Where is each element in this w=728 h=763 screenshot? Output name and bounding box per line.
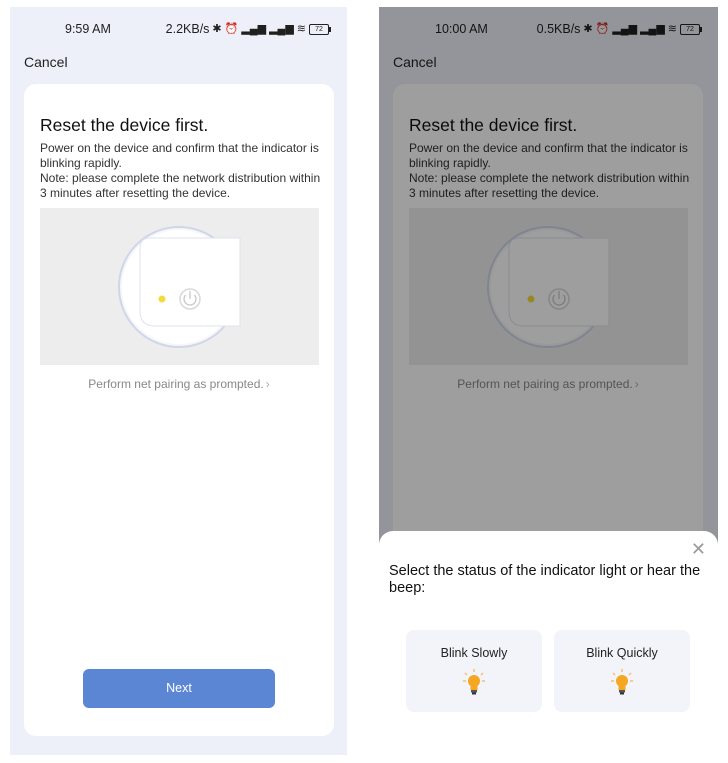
next-button[interactable]: Next [83,669,275,708]
status-time: 9:59 AM [65,22,111,36]
sheet-question: Select the status of the indicator light… [389,563,701,596]
blink-slowly-button[interactable]: Blink Slowly [406,630,542,712]
lightbulb-icon [463,669,485,695]
blink-quickly-button[interactable]: Blink Quickly [554,630,690,712]
indicator-status-sheet: ✕ Select the status of the indicator lig… [379,531,718,755]
net-pairing-link[interactable]: Perform net pairing as prompted. › [24,377,334,391]
right-phone-screen: 10:00 AM 0.5KB/s ✱ ⏰ ▂▄▆ ▂▄▆ ≋ 72 Cancel… [379,7,718,755]
status-icons: 2.2KB/s ✱ ⏰ ▂▄▆ ▂▄▆ ≋ 72 [165,22,331,36]
cancel-button[interactable]: Cancel [24,54,68,70]
description-line2: Note: please complete the network distri… [40,171,321,200]
signal-icon: ▂▄▆ [241,23,267,35]
left-phone-screen: 9:59 AM 2.2KB/s ✱ ⏰ ▂▄▆ ▂▄▆ ≋ 72 Cancel … [10,7,347,755]
chevron-right-icon: › [265,377,270,391]
description-line1: Power on the device and confirm that the… [40,141,319,170]
close-icon[interactable]: ✕ [691,539,706,560]
wifi-icon: ≋ [296,23,306,35]
alarm-icon: ⏰ [224,23,239,35]
net-pairing-link-label: Perform net pairing as prompted. [88,377,264,391]
net-speed: 2.2KB/s [165,22,210,36]
device-illustration [40,208,319,365]
battery-icon: 72 [309,23,331,35]
signal-icon-2: ▂▄▆ [269,23,294,35]
lightbulb-icon [611,669,633,695]
description: Power on the device and confirm that the… [40,141,322,201]
page-title: Reset the device first. [40,115,209,135]
option-label: Blink Slowly [440,646,508,660]
reset-card: Reset the device first. Power on the dev… [24,84,334,736]
option-label: Blink Quickly [586,646,658,660]
status-bar: 9:59 AM 2.2KB/s ✱ ⏰ ▂▄▆ ▂▄▆ ≋ 72 [10,7,347,51]
bluetooth-icon: ✱ [212,23,222,35]
